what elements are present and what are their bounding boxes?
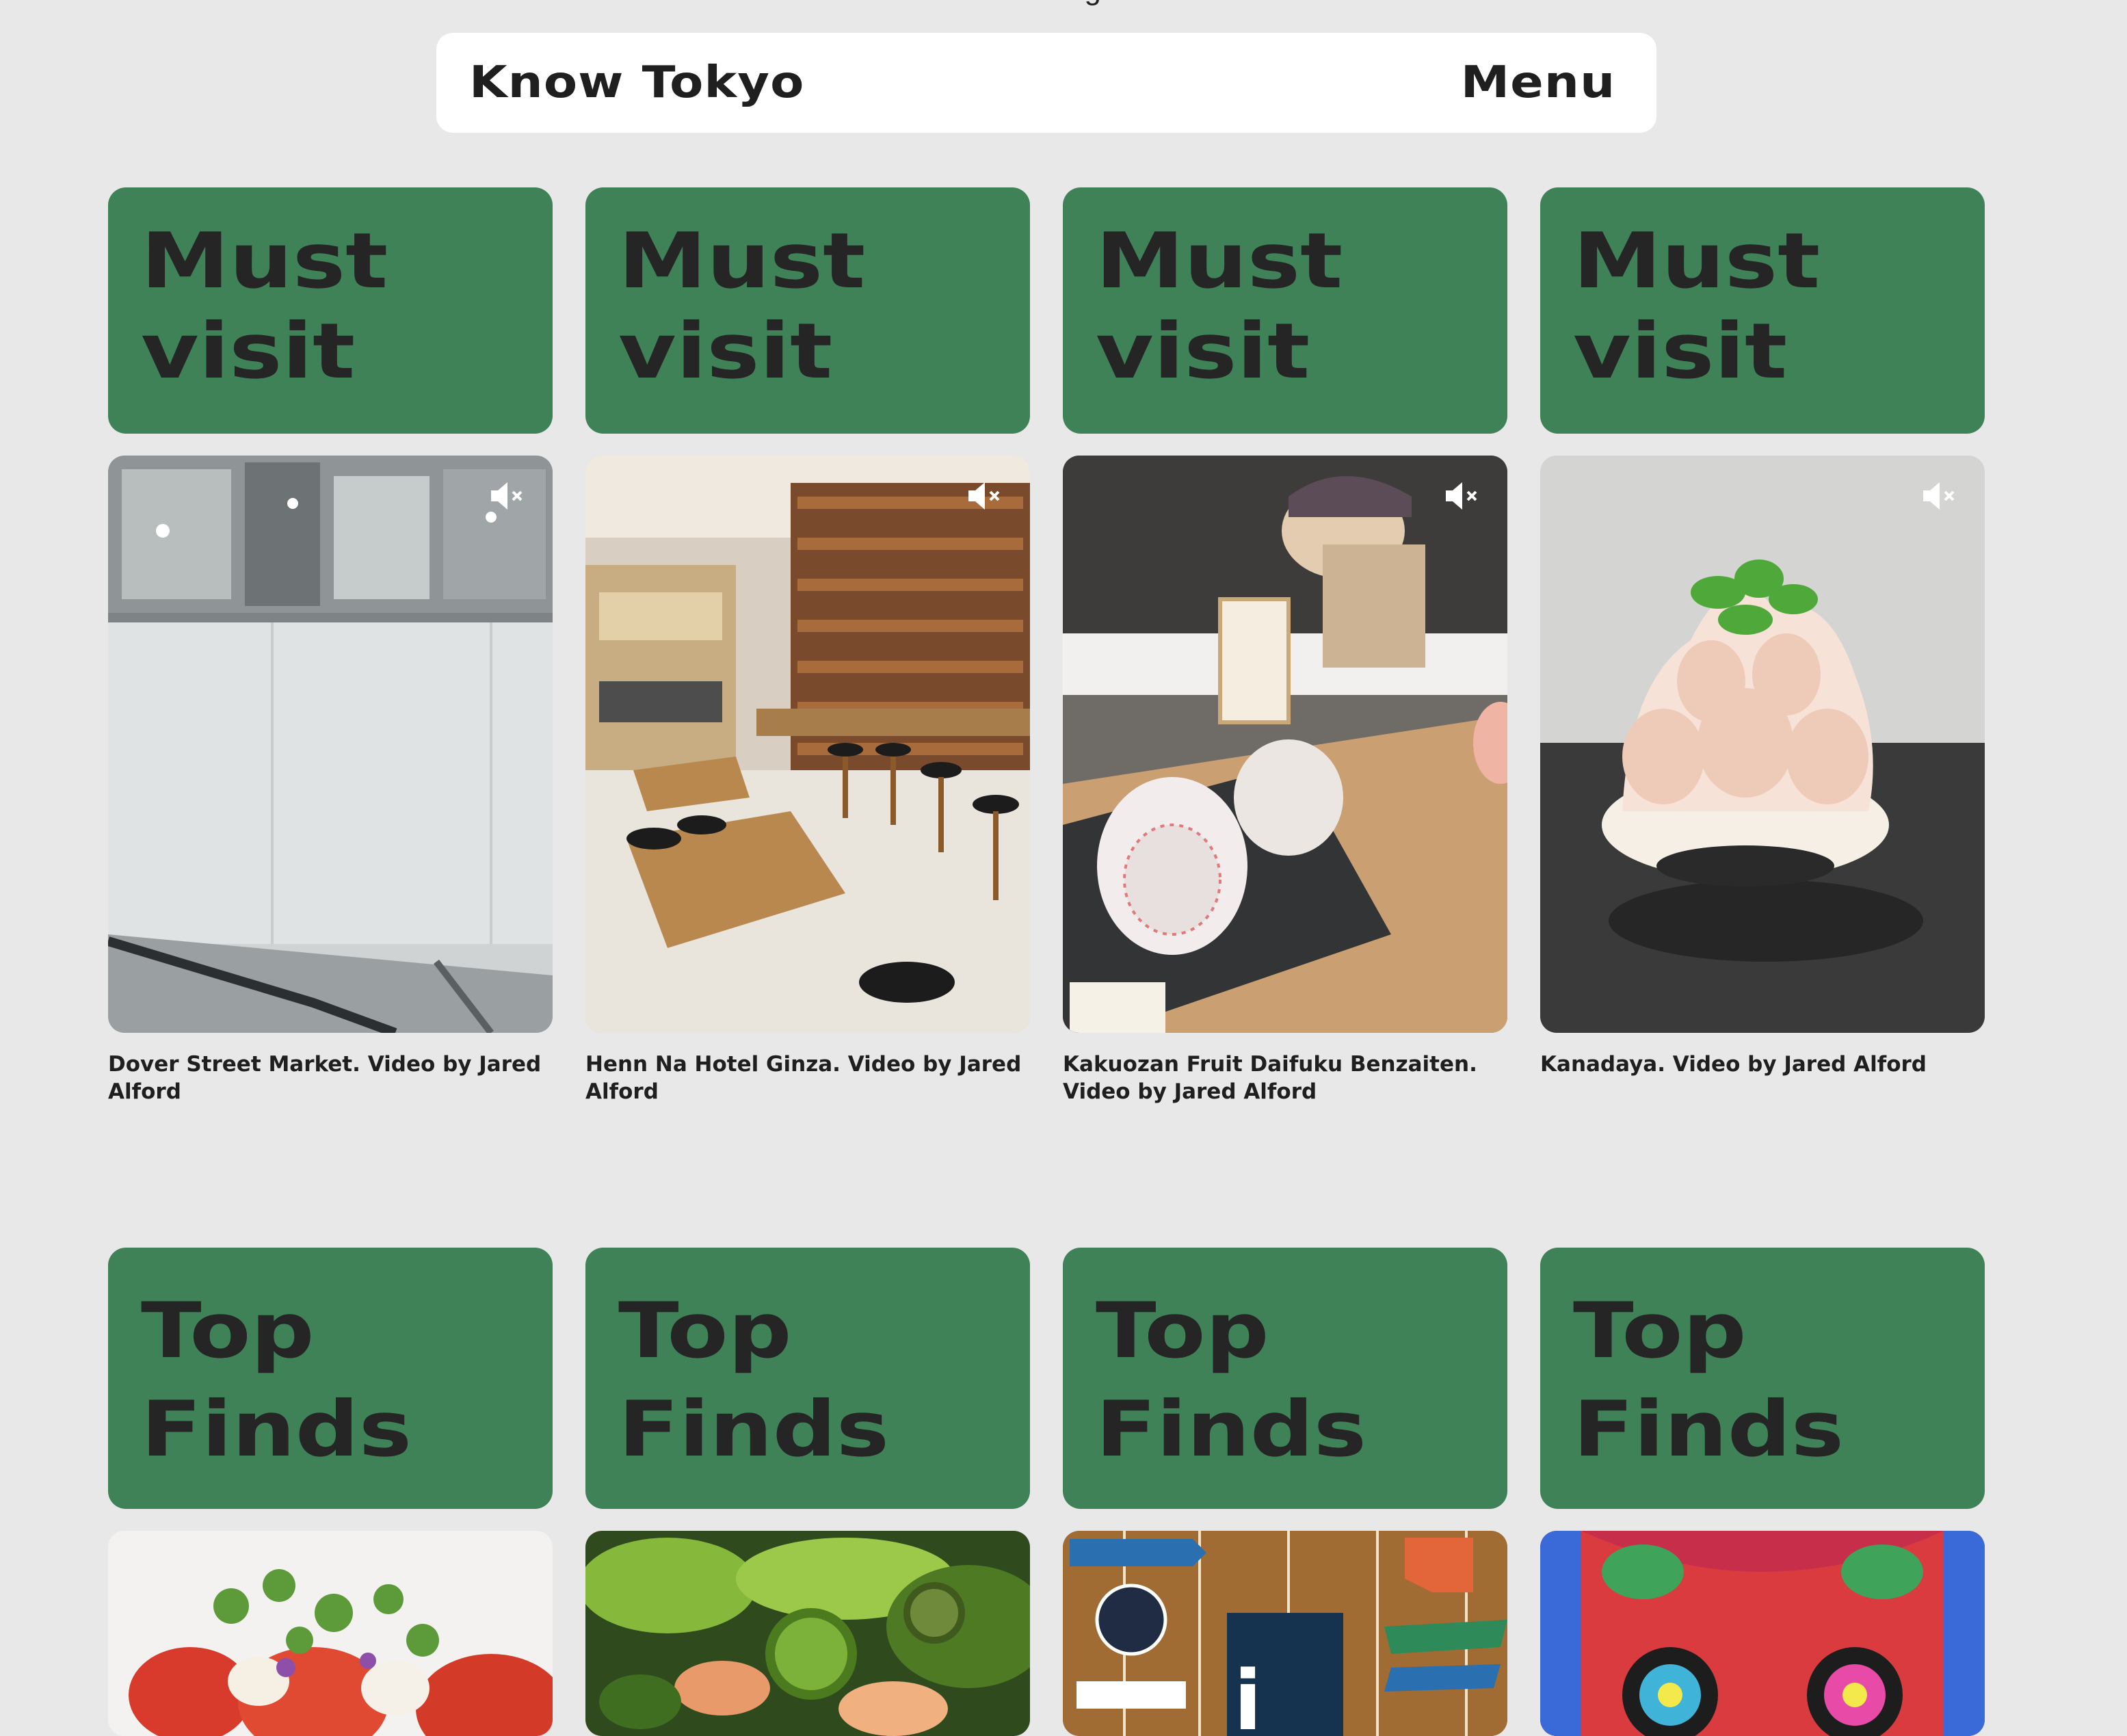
top-finds-heading: Top Finds xyxy=(1540,1248,1985,1509)
must-visit-heading: Must visit xyxy=(1540,187,1985,434)
heading-line-1: Top xyxy=(1096,1287,1269,1376)
menu-button[interactable]: Menu xyxy=(1461,57,1615,108)
heading-line-2: Finds xyxy=(618,1385,890,1474)
top-finds-heading: Top Finds xyxy=(1063,1248,1507,1509)
greens-thumbnail xyxy=(585,1531,1030,1736)
illustration-thumbnail xyxy=(1540,1531,1985,1736)
heading-line-2: Finds xyxy=(1096,1385,1367,1474)
heading-line-1: Must xyxy=(141,217,388,306)
heading-line-2: visit xyxy=(141,307,356,396)
must-visit-heading: Must visit xyxy=(108,187,553,434)
video-caption: Henn Na Hotel Ginza. Video by Jared Alfo… xyxy=(585,1052,1022,1104)
mute-icon[interactable] xyxy=(488,479,525,513)
top-find-image-4[interactable] xyxy=(1540,1531,1985,1736)
video-kanadaya[interactable] xyxy=(1540,456,1985,1033)
top-find-image-2[interactable] xyxy=(585,1531,1030,1736)
heading-line-1: Must xyxy=(1573,217,1821,306)
salad-thumbnail xyxy=(108,1531,553,1736)
daifuku-thumbnail xyxy=(1063,456,1507,1033)
top-find-image-1[interactable] xyxy=(108,1531,553,1736)
heading-line-2: visit xyxy=(1573,307,1788,396)
video-henn-na-hotel-ginza[interactable] xyxy=(585,456,1030,1033)
heading-line-1: Must xyxy=(618,217,866,306)
top-find-image-3[interactable]: i xyxy=(1063,1531,1507,1736)
hotel-lounge-thumbnail xyxy=(585,456,1030,1033)
intro-text-fragment: hotels in the neighbourhood. xyxy=(0,0,2127,7)
heading-line-1: Top xyxy=(1573,1287,1747,1376)
svg-text:i: i xyxy=(1234,1654,1262,1736)
video-caption: Kanadaya. Video by Jared Alford xyxy=(1540,1052,1927,1077)
heading-line-2: Finds xyxy=(1573,1385,1845,1474)
heading-line-2: visit xyxy=(1096,307,1310,396)
heading-line-2: Finds xyxy=(141,1385,412,1474)
site-brand[interactable]: Know Tokyo xyxy=(469,57,804,108)
video-caption: Dover Street Market. Video by Jared Alfo… xyxy=(108,1052,542,1104)
store-interior-thumbnail xyxy=(108,456,553,1033)
video-caption: Kakuozan Fruit Daifuku Benzaiten. Video … xyxy=(1063,1052,1477,1104)
heading-line-1: Must xyxy=(1096,217,1343,306)
heading-line-2: visit xyxy=(618,307,833,396)
mute-icon[interactable] xyxy=(1443,479,1480,513)
strawberry-dessert-thumbnail xyxy=(1540,456,1985,1033)
heading-line-1: Top xyxy=(618,1287,792,1376)
mute-icon[interactable] xyxy=(1920,479,1957,513)
mute-icon[interactable] xyxy=(966,479,1003,513)
must-visit-heading: Must visit xyxy=(1063,187,1507,434)
video-dover-street-market[interactable] xyxy=(108,456,553,1033)
store-sign-thumbnail: i xyxy=(1063,1531,1507,1736)
video-kakuozan-fruit-daifuku[interactable] xyxy=(1063,456,1507,1033)
must-visit-heading: Must visit xyxy=(585,187,1030,434)
top-finds-heading: Top Finds xyxy=(585,1248,1030,1509)
site-navbar: Know Tokyo Menu xyxy=(436,33,1656,133)
top-finds-heading: Top Finds xyxy=(108,1248,553,1509)
heading-line-1: Top xyxy=(141,1287,315,1376)
